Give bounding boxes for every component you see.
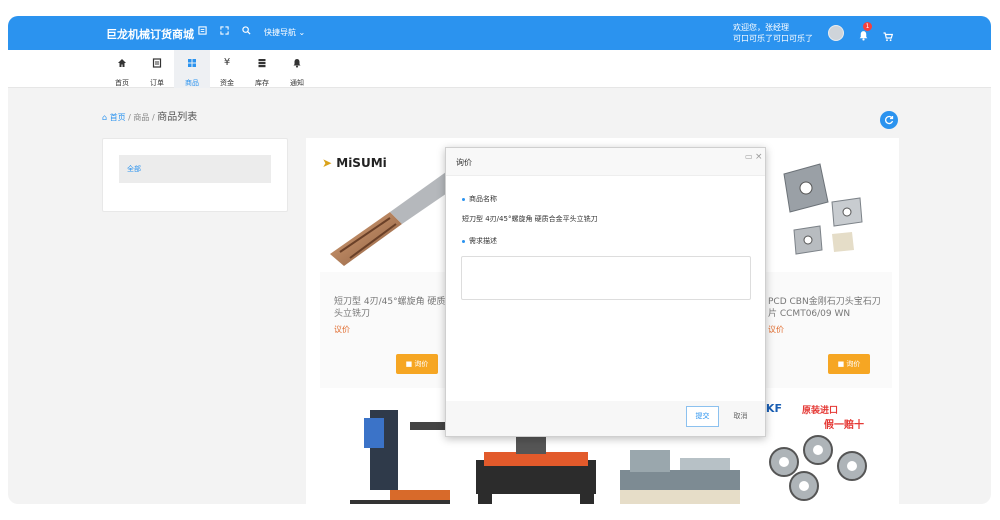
grid-icon: [188, 59, 196, 67]
chat-icon: ■: [405, 360, 413, 368]
welcome-line2: 可口可乐了可口可乐了: [733, 34, 813, 43]
breadcrumb-sep: /: [128, 113, 131, 122]
nav-item-home[interactable]: 首页: [104, 50, 140, 88]
search-icon[interactable]: [242, 26, 251, 38]
inquiry-dialog: 询价 ▭ × 商品名称 短刀型 4刃/45°螺旋角 硬质合金平头立铣刀 需求描述…: [445, 147, 766, 437]
breadcrumb-current: 商品列表: [157, 112, 198, 123]
nav-item-stock[interactable]: 库存: [244, 50, 280, 88]
product-card[interactable]: SKF 原装进口 假一赔十: [754, 400, 892, 504]
banner-text-2: 假一赔十: [824, 420, 864, 431]
yen-icon: ¥: [223, 57, 231, 68]
bell-icon: [293, 59, 301, 68]
avatar[interactable]: [828, 25, 844, 41]
product-card[interactable]: PCD CBN金刚石刀头宝石刀片 CCMT06/09 WN 议价 ■ 询价: [754, 154, 892, 388]
notification-badge: 1: [863, 22, 872, 31]
pcd-insert-image: [783, 163, 863, 255]
chevron-down-icon: ⌄: [298, 28, 306, 37]
inquiry-button[interactable]: ■ 询价: [828, 354, 870, 374]
breadcrumb: ⌂ 首页 / 商品 / 商品列表: [102, 108, 197, 123]
top-bar: 巨龙机械订货商城 快捷导航 ⌄ 欢迎您，张经理 可口可乐了可口可乐了 1: [8, 16, 991, 50]
breadcrumb-sep: /: [151, 113, 155, 122]
dialog-header[interactable]: 询价 ▭ ×: [446, 148, 765, 176]
main-nav: 首页 订单 商品 ¥ 资金 库存 通知: [8, 50, 991, 88]
nav-item-products[interactable]: 商品: [174, 50, 210, 88]
nav-label: 订单: [150, 79, 164, 87]
inquiry-button-label: 询价: [846, 360, 861, 368]
breadcrumb-home-label: 首页: [109, 113, 126, 122]
nav-label: 通知: [290, 79, 304, 87]
product-price: 议价: [334, 325, 350, 334]
breadcrumb-middle[interactable]: 商品: [133, 113, 149, 122]
nav-item-orders[interactable]: 订单: [139, 50, 175, 88]
quick-nav-dropdown[interactable]: 快捷导航 ⌄: [264, 27, 305, 38]
dialog-title: 询价: [456, 158, 472, 167]
refresh-icon: [885, 115, 894, 125]
home-icon: ⌂: [102, 113, 108, 122]
welcome-line1: 欢迎您，张经理: [733, 23, 789, 32]
nav-label: 商品: [185, 79, 199, 87]
product-name-label: 商品名称: [462, 194, 497, 204]
close-icon[interactable]: ×: [755, 152, 763, 162]
requirement-textarea[interactable]: [461, 256, 751, 300]
inquiry-button-label: 询价: [414, 360, 429, 368]
banner-text-1: 原装进口: [802, 406, 839, 416]
breadcrumb-home[interactable]: ⌂ 首页: [102, 113, 128, 122]
welcome-text: 欢迎您，张经理 可口可乐了可口可乐了: [733, 22, 813, 44]
category-all[interactable]: 全部: [119, 155, 271, 183]
nav-label: 资金: [220, 79, 234, 87]
requirement-label: 需求描述: [462, 236, 497, 246]
fullscreen-icon[interactable]: [220, 26, 229, 38]
product-name-value: 短刀型 4刃/45°螺旋角 硬质合金平头立铣刀: [462, 215, 598, 223]
order-icon: [152, 58, 162, 68]
stock-icon: [258, 59, 266, 68]
product-image[interactable]: [754, 154, 892, 272]
product-name[interactable]: PCD CBN金刚石刀头宝石刀片 CCMT06/09 WN: [768, 296, 886, 320]
nav-label: 库存: [255, 79, 269, 87]
minimize-icon[interactable]: ▭: [745, 152, 753, 161]
product-price: 议价: [768, 325, 784, 334]
nav-label: 首页: [115, 79, 129, 87]
quick-nav-label: 快捷导航: [264, 28, 296, 37]
category-panel: 全部: [102, 138, 288, 212]
nav-item-notify[interactable]: 通知: [279, 50, 315, 88]
nav-item-funds[interactable]: ¥ 资金: [209, 50, 245, 88]
refresh-button[interactable]: [880, 111, 898, 129]
list-icon[interactable]: [198, 26, 207, 38]
brand-title[interactable]: 巨龙机械订货商城: [106, 26, 194, 42]
cancel-button[interactable]: 取消: [724, 406, 757, 427]
submit-button[interactable]: 提交: [686, 406, 719, 427]
cart-icon[interactable]: [883, 27, 894, 46]
inquiry-button[interactable]: ■ 询价: [396, 354, 438, 374]
home-icon: [118, 59, 126, 67]
chat-icon: ■: [837, 360, 845, 368]
